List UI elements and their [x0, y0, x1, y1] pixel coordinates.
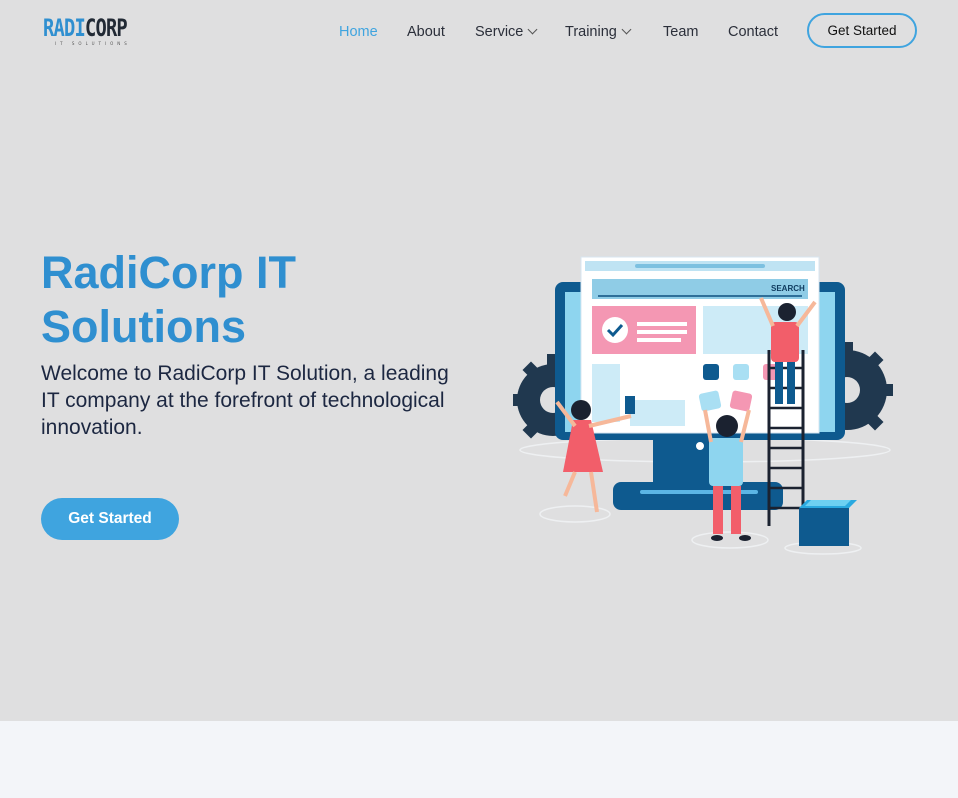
hero-get-started-button[interactable]: Get Started: [41, 498, 179, 540]
logo-wordmark: RADICORP: [43, 13, 128, 43]
nav-service[interactable]: Service: [475, 21, 538, 43]
header-get-started-button[interactable]: Get Started: [807, 13, 917, 48]
nav-training-label: Training: [565, 24, 617, 40]
logo-part-corp: CORP: [84, 14, 128, 42]
logo-part-radi: RADI: [43, 14, 86, 42]
illustration-search-label: SEARCH: [771, 284, 805, 293]
box-icon: [799, 500, 857, 546]
next-section: [0, 721, 958, 798]
hero-title: RadiCorp IT Solutions: [41, 247, 296, 352]
nav-team[interactable]: Team: [663, 21, 698, 43]
nav-home[interactable]: Home: [339, 21, 378, 43]
logo-tagline: IT SOLUTIONS: [55, 41, 131, 46]
chevron-down-icon: [621, 24, 632, 35]
hero-illustration: SEARCH: [513, 256, 893, 555]
nav-training[interactable]: Training: [565, 21, 632, 43]
brand-logo[interactable]: RADICORP IT SOLUTIONS: [43, 13, 135, 47]
nav-service-label: Service: [475, 24, 524, 40]
chevron-down-icon: [527, 24, 538, 35]
nav-about[interactable]: About: [407, 21, 445, 43]
hero-subtitle: Welcome to RadiCorp IT Solution, a leadi…: [41, 362, 449, 439]
nav-contact[interactable]: Contact: [728, 21, 778, 43]
